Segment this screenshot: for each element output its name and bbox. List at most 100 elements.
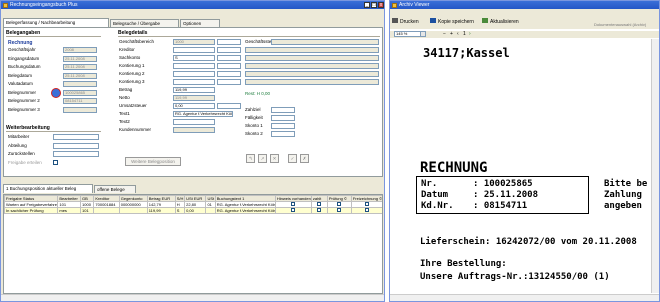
belegdetails-right-field[interactable]: [271, 123, 295, 129]
belegdetails-field-2[interactable]: [217, 47, 241, 53]
close-button[interactable]: x: [378, 2, 384, 8]
belegdetails-field[interactable]: [173, 119, 215, 125]
belegdetails-field-2[interactable]: [217, 63, 241, 69]
belegangaben-field[interactable]: 25.11.2008: [63, 64, 97, 70]
zoom-value: 145 %: [396, 31, 408, 36]
table-cell: RG. Agentur f.Verkehrsrecht Köln: [214, 207, 276, 214]
side-text-3: angeben: [604, 201, 642, 211]
tab-belegsuche[interactable]: Belegsuche / Übergabe: [110, 19, 179, 27]
next-page-icon[interactable]: ›: [469, 31, 471, 37]
belegdetails-field[interactable]: RG. Agentur f.Verkehrsrecht Köln: [173, 111, 233, 117]
belegangaben-field[interactable]: 100025865: [63, 89, 97, 96]
tab-label: offene Belege: [97, 187, 125, 192]
belegdetails-field[interactable]: 119,99: [173, 87, 215, 93]
table-cell: Warten auf Freigabeverfahren: [4, 201, 59, 208]
lookup-icon[interactable]: [51, 87, 61, 98]
belegdetails-field-2[interactable]: [217, 71, 241, 77]
table-cell: RG. Agentur f.Verkehrsrecht Köln: [214, 201, 276, 208]
nav-button-4[interactable]: ✓: [288, 154, 297, 163]
belegdetails-label: Umsatzsteuer: [119, 103, 147, 108]
column-header[interactable]: USt: [205, 195, 216, 202]
column-header[interactable]: Bearbeiter: [57, 195, 82, 202]
table-cell: [326, 207, 352, 214]
belegdetails-field[interactable]: [173, 63, 215, 69]
row-checkbox[interactable]: [337, 208, 342, 212]
belegdetails-right-label: Skonto 2: [245, 131, 263, 136]
row-checkbox[interactable]: [317, 208, 322, 212]
belegdetails-right-field[interactable]: [271, 131, 295, 137]
weitere-belegposition-button[interactable]: Weitere Belegposition: [125, 157, 181, 166]
print-button[interactable]: Drucken: [392, 18, 419, 25]
nav-button-3[interactable]: ✕: [270, 154, 279, 163]
maximize-button[interactable]: □: [371, 2, 377, 8]
belegdetails-field[interactable]: 1000: [173, 39, 215, 45]
belegdetails-field-2[interactable]: [217, 103, 241, 109]
row-checkbox[interactable]: [317, 202, 322, 206]
belegangaben-field[interactable]: 25.11.2008: [63, 72, 97, 79]
right-vscrollbar[interactable]: [651, 39, 659, 293]
zoom-in-icon[interactable]: +: [450, 31, 453, 37]
belegangaben-field[interactable]: 08154711: [63, 98, 97, 104]
belegdetails-field-2[interactable]: [217, 39, 241, 45]
belegangaben-label: Eingangsdatum: [8, 55, 40, 61]
nav-button-1[interactable]: ↰: [246, 154, 255, 163]
prev-page-icon[interactable]: ‹: [457, 31, 459, 37]
belegangaben-field[interactable]: 25.11.2008: [63, 55, 97, 62]
belegdetails-field[interactable]: [173, 47, 215, 53]
tab-optionen[interactable]: Optionen: [180, 19, 220, 27]
table-cell: 0,00: [184, 207, 207, 214]
nav-button-2[interactable]: ↗: [258, 154, 267, 163]
belegangaben-field[interactable]: 2008: [63, 47, 97, 53]
belegdetails-field[interactable]: 119,99: [173, 95, 215, 101]
weiterbearbeitung-field[interactable]: [53, 151, 99, 157]
belegdetails-field-2[interactable]: [217, 79, 241, 85]
belegdetails-field[interactable]: [173, 71, 215, 77]
row-checkbox[interactable]: [291, 202, 296, 206]
kd-label: Kd.Nr.: [421, 201, 454, 211]
weiterbearbeitung-field[interactable]: [53, 142, 99, 149]
belegdetails-field[interactable]: [173, 79, 215, 85]
table-row[interactable]: In sachlicher Prüfung mes 101 119,99 S 0,00 RG…: [4, 207, 382, 214]
minimize-button[interactable]: _: [364, 2, 370, 8]
row-checkbox[interactable]: [337, 202, 342, 206]
right-hscrollbar[interactable]: [390, 294, 659, 301]
zoom-select[interactable]: 145 %: [394, 31, 426, 37]
column-header[interactable]: Hinweis vorhanden: [274, 195, 312, 202]
belegdetails-field-2[interactable]: [217, 55, 241, 61]
belegdetails-field[interactable]: 0,00: [173, 103, 215, 109]
belegdetails-label: Betrag: [119, 87, 133, 92]
ihre-bestellung-line: Ihre Bestellung:: [420, 259, 507, 269]
table-cell: S: [174, 207, 186, 214]
freigabe-checkbox[interactable]: [53, 160, 58, 165]
side-text-2: Zahlung: [604, 190, 642, 200]
belegdetails-field[interactable]: S: [173, 55, 215, 61]
kontierung-desc-field: [245, 63, 379, 69]
belegdetails-right-field[interactable]: [271, 39, 379, 45]
kontierung-desc-field: [245, 71, 379, 77]
weiterbearbeitung-label: Abteilung: [8, 142, 27, 148]
zoom-out-icon[interactable]: −: [443, 31, 446, 37]
belegangaben-label: Belegnummer 3: [8, 106, 40, 112]
belegdetails-label: Kreditor: [119, 47, 135, 52]
belegdetails-label: Text2: [119, 119, 130, 124]
tab-belegerfassung[interactable]: Belegerfassung / Nachbearbeitung: [3, 18, 109, 27]
refresh-button[interactable]: Aktualisieren: [482, 18, 519, 25]
row-checkbox[interactable]: [365, 208, 370, 212]
row-checkbox[interactable]: [291, 208, 296, 212]
belegdetails-right-field[interactable]: [271, 115, 295, 121]
left-hscrollbar[interactable]: [1, 294, 384, 301]
save-copy-button[interactable]: Kopie speichern: [430, 18, 474, 25]
belegdetails-field[interactable]: [173, 127, 215, 133]
belegangaben-label: Belegnummer: [8, 89, 37, 95]
tab-offene-belege[interactable]: offene Belege: [94, 185, 136, 193]
nav-button-5[interactable]: ✗: [300, 154, 309, 163]
belegangaben-field[interactable]: [63, 81, 97, 87]
row-checkbox[interactable]: [365, 202, 370, 206]
weiterbearbeitung-field[interactable]: [53, 134, 99, 140]
belegangaben-field[interactable]: [63, 106, 97, 113]
column-header[interactable]: S/H: [174, 195, 186, 202]
tab-buchungsposition[interactable]: 1 Buchungsposition aktueller Beleg: [3, 184, 93, 193]
belegdetails-right-field[interactable]: [271, 107, 295, 113]
button-label: Weitere Belegposition: [131, 159, 175, 164]
column-header[interactable]: Freizeichnung ©: [350, 195, 382, 202]
